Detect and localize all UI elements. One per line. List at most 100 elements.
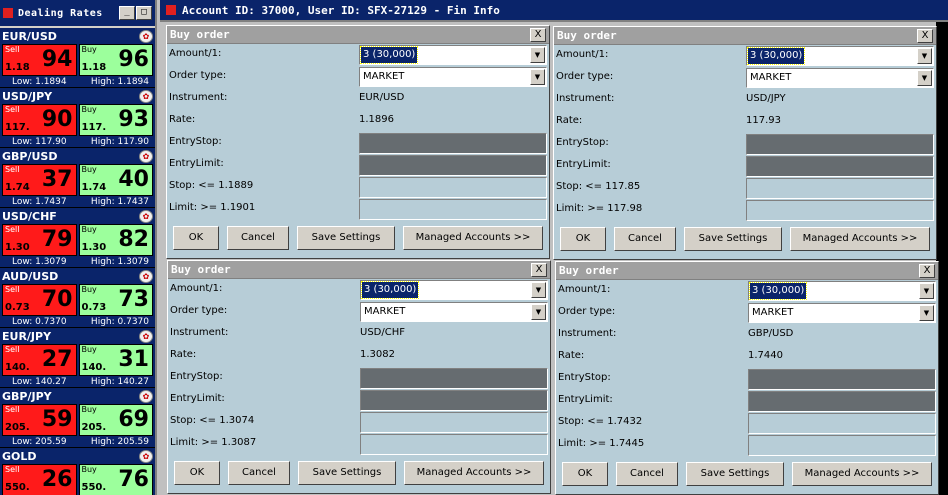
- ok-button[interactable]: OK: [174, 461, 220, 485]
- dialog-titlebar[interactable]: Buy order X: [554, 27, 936, 45]
- account-titlebar[interactable]: Account ID: 37000, User ID: SFX-27129 - …: [160, 0, 948, 22]
- app-icon: [3, 8, 13, 18]
- sell-price-prefix: 1.74: [5, 182, 30, 193]
- chevron-down-icon[interactable]: ▼: [919, 283, 934, 299]
- sell-button[interactable]: Sell 205. 59: [2, 404, 77, 436]
- stop-label: Stop: <= 1.7432: [558, 416, 643, 427]
- settings-gear-icon[interactable]: ✿: [139, 329, 153, 343]
- sell-button[interactable]: Sell 1.18 94: [2, 44, 77, 76]
- dialog-titlebar[interactable]: Buy order X: [168, 261, 550, 279]
- pair-name: USD/JPY: [2, 89, 53, 103]
- sell-button[interactable]: Sell 550. 26: [2, 464, 77, 495]
- stop-field[interactable]: [359, 177, 547, 198]
- sell-label: Sell: [5, 105, 20, 114]
- chevron-down-icon[interactable]: ▼: [917, 48, 932, 64]
- buy-price-pips: 40: [118, 167, 149, 192]
- dialog-titlebar[interactable]: Buy order X: [556, 262, 938, 280]
- sell-label: Sell: [5, 285, 20, 294]
- sell-button[interactable]: Sell 1.74 37: [2, 164, 77, 196]
- settings-gear-icon[interactable]: ✿: [139, 149, 153, 163]
- settings-gear-icon[interactable]: ✿: [139, 89, 153, 103]
- save-settings-button[interactable]: Save Settings: [686, 462, 784, 486]
- pairs-list: EUR/USD ✿ Sell 1.18 94 Buy 1.18 96 Low: …: [0, 28, 155, 495]
- amount-select[interactable]: 3 (30,000) ▼: [748, 281, 936, 301]
- sell-button[interactable]: Sell 117. 90: [2, 104, 77, 136]
- amount-value: 3 (30,000): [746, 47, 806, 65]
- close-button[interactable]: X: [917, 28, 933, 43]
- limit-field[interactable]: [746, 200, 934, 221]
- buy-button[interactable]: Buy 0.73 73: [78, 284, 153, 316]
- buy-button[interactable]: Buy 117. 93: [78, 104, 153, 136]
- rate-pair: GOLD ✿ Sell 550. 26 Buy 550. 76: [0, 448, 155, 495]
- low-value: Low: 0.7370: [12, 317, 67, 327]
- save-settings-button[interactable]: Save Settings: [298, 461, 396, 485]
- ok-button[interactable]: OK: [560, 227, 606, 251]
- limit-field[interactable]: [359, 199, 547, 220]
- settings-gear-icon[interactable]: ✿: [139, 209, 153, 223]
- ok-button[interactable]: OK: [562, 462, 608, 486]
- rate-pair: USD/CHF ✿ Sell 1.30 79 Buy 1.30 82 Low: …: [0, 208, 155, 268]
- amount-select[interactable]: 3 (30,000) ▼: [360, 280, 548, 300]
- limit-label: Limit: >= 117.98: [556, 203, 643, 214]
- settings-gear-icon[interactable]: ✿: [139, 449, 153, 463]
- buy-button[interactable]: Buy 205. 69: [78, 404, 153, 436]
- managed-accounts-button[interactable]: Managed Accounts >>: [790, 227, 930, 251]
- maximize-button[interactable]: □: [136, 6, 152, 20]
- low-value: Low: 1.7437: [12, 197, 67, 207]
- managed-accounts-button[interactable]: Managed Accounts >>: [403, 226, 543, 250]
- sell-price-pips: 27: [41, 347, 73, 372]
- sell-label: Sell: [5, 225, 20, 234]
- save-settings-button[interactable]: Save Settings: [684, 227, 782, 251]
- amount-select[interactable]: 3 (30,000) ▼: [359, 45, 547, 65]
- settings-gear-icon[interactable]: ✿: [139, 389, 153, 403]
- entry-stop-field: [360, 368, 548, 389]
- rate-value: 1.1896: [359, 114, 394, 125]
- save-settings-button[interactable]: Save Settings: [297, 226, 395, 250]
- buy-button[interactable]: Buy 1.30 82: [78, 224, 153, 256]
- close-button[interactable]: X: [531, 262, 547, 277]
- order-type-select[interactable]: MARKET ▼: [748, 303, 936, 323]
- managed-accounts-button[interactable]: Managed Accounts >>: [404, 461, 544, 485]
- close-button[interactable]: X: [919, 263, 935, 278]
- order-type-select[interactable]: MARKET ▼: [359, 67, 547, 87]
- limit-field[interactable]: [748, 435, 936, 456]
- settings-gear-icon[interactable]: ✿: [139, 269, 153, 283]
- order-type-select[interactable]: MARKET ▼: [746, 68, 934, 88]
- stop-field[interactable]: [746, 178, 934, 199]
- buy-button[interactable]: Buy 1.18 96: [78, 44, 153, 76]
- close-button[interactable]: X: [530, 27, 546, 42]
- buy-price-prefix: 205.: [81, 422, 107, 433]
- sell-button[interactable]: Sell 1.30 79: [2, 224, 77, 256]
- chevron-down-icon[interactable]: ▼: [530, 69, 545, 85]
- cancel-button[interactable]: Cancel: [614, 227, 676, 251]
- ok-button[interactable]: OK: [173, 226, 219, 250]
- pair-name: EUR/JPY: [2, 329, 52, 343]
- chevron-down-icon[interactable]: ▼: [530, 47, 545, 63]
- limit-field[interactable]: [360, 434, 548, 455]
- chevron-down-icon[interactable]: ▼: [917, 70, 932, 86]
- dealing-rates-titlebar[interactable]: Dealing Rates _ □: [0, 0, 155, 28]
- stop-field[interactable]: [748, 413, 936, 434]
- chevron-down-icon[interactable]: ▼: [919, 305, 934, 321]
- buy-button[interactable]: Buy 550. 76: [78, 464, 153, 495]
- buy-price-prefix: 1.74: [81, 182, 107, 193]
- buy-button[interactable]: Buy 1.74 40: [78, 164, 153, 196]
- order-type-value: MARKET: [364, 306, 406, 317]
- minimize-button[interactable]: _: [119, 6, 135, 20]
- cancel-button[interactable]: Cancel: [227, 226, 289, 250]
- managed-accounts-button[interactable]: Managed Accounts >>: [792, 462, 932, 486]
- order-type-select[interactable]: MARKET ▼: [360, 302, 548, 322]
- sell-button[interactable]: Sell 140. 27: [2, 344, 77, 376]
- dialog-titlebar[interactable]: Buy order X: [167, 26, 549, 44]
- stop-field[interactable]: [360, 412, 548, 433]
- buy-price-pips: 96: [118, 47, 149, 72]
- chevron-down-icon[interactable]: ▼: [531, 304, 546, 320]
- amount-select[interactable]: 3 (30,000) ▼: [746, 46, 934, 66]
- buy-button[interactable]: Buy 140. 31: [78, 344, 153, 376]
- cancel-button[interactable]: Cancel: [228, 461, 290, 485]
- order-type-value: MARKET: [750, 72, 792, 83]
- chevron-down-icon[interactable]: ▼: [531, 282, 546, 298]
- sell-button[interactable]: Sell 0.73 70: [2, 284, 77, 316]
- settings-gear-icon[interactable]: ✿: [139, 29, 153, 43]
- cancel-button[interactable]: Cancel: [616, 462, 678, 486]
